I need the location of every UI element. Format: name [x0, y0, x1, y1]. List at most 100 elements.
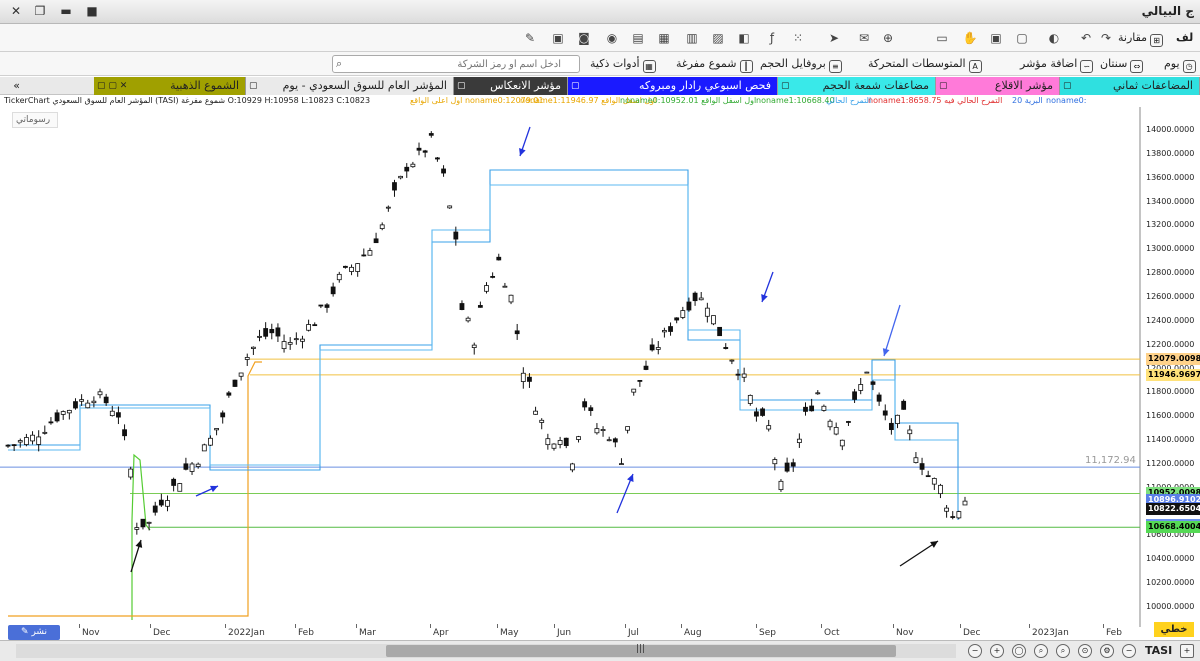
reset-zoom-icon[interactable]: ◯	[1012, 644, 1026, 658]
snap-icon[interactable]: ▣	[988, 30, 1004, 46]
candle-body	[398, 175, 404, 179]
y-axis-tick: 10200.0000	[1146, 578, 1195, 588]
tab-reversal[interactable]: ▢ مؤشر الانعكاس	[454, 77, 568, 95]
close-icon[interactable]: ▢	[939, 77, 948, 95]
x-axis-tick: 2022Jan	[228, 628, 265, 638]
tab-golden-candles[interactable]: ✕ ▢ ▢ الشموع الذهبية	[94, 77, 246, 95]
moving-average-icon: A	[968, 60, 982, 73]
tab-weekly-radar[interactable]: ▢ فحص اسبوعي رادار ومبروكه	[568, 77, 778, 95]
candle-body	[208, 437, 213, 446]
pointer-icon[interactable]: ➤	[826, 30, 842, 46]
minus-icon[interactable]: −	[1122, 644, 1136, 658]
erase-icon[interactable]: ✎	[522, 30, 538, 46]
close-icon[interactable]: ▢	[457, 77, 466, 95]
candle-body	[876, 394, 882, 402]
image-icon[interactable]: ▣	[550, 30, 566, 46]
candle-body	[588, 407, 594, 412]
candle-body	[870, 381, 876, 385]
undo-icon[interactable]: ↶	[1078, 30, 1094, 46]
company-search-input[interactable]	[332, 55, 580, 73]
candle-body	[711, 315, 716, 325]
candle-body	[42, 431, 48, 434]
cube-icon[interactable]: ▥	[684, 30, 700, 46]
candle-body	[563, 437, 569, 447]
candle-body	[293, 338, 299, 341]
more-button[interactable]: لف	[1176, 30, 1193, 46]
candle-body	[238, 372, 244, 377]
screen-icon[interactable]: ◉	[604, 30, 620, 46]
tab-tasi-daily[interactable]: ▢ المؤشر العام للسوق السعودي - يوم	[246, 77, 454, 95]
candle-body	[66, 409, 72, 414]
measure-icon[interactable]: ▭	[934, 30, 950, 46]
candle-body	[760, 408, 765, 416]
candle-body	[158, 499, 164, 506]
function-icon[interactable]: ƒ	[764, 30, 780, 46]
candle-body	[318, 304, 324, 307]
horizontal-scrollbar[interactable]: |||	[16, 644, 956, 658]
candle-body	[165, 500, 170, 507]
dots-icon[interactable]: ⁙	[790, 30, 806, 46]
candle-body	[907, 429, 913, 435]
x-axis-tick: Nov	[896, 628, 914, 638]
candle-body	[201, 444, 207, 452]
day-button[interactable]: ◷يوم	[1164, 56, 1196, 73]
volume-profile-button[interactable]: ≡بروفايل الحجم	[760, 56, 842, 73]
search-icon: ⌕	[336, 57, 343, 70]
y-axis-tick: 11200.0000	[1146, 458, 1195, 468]
candle-body	[625, 426, 630, 431]
zoom-in-icon[interactable]: +	[990, 644, 1004, 658]
candle-body	[287, 342, 293, 345]
scroll-thumb[interactable]: |||	[386, 644, 896, 657]
redo-icon[interactable]: ↷	[1098, 30, 1114, 46]
camera-icon[interactable]: ◙	[576, 30, 592, 46]
tab-eight-multiples[interactable]: ▢ المضاعفات ثماني	[1060, 77, 1200, 95]
close-icon[interactable]: ✕	[4, 2, 28, 20]
tab-scroll-arrows[interactable]: »	[0, 77, 26, 95]
candle-body	[250, 346, 256, 349]
drawings-label[interactable]: رسوماتي	[12, 112, 58, 128]
search-zoom-icon[interactable]: ⌕	[1034, 644, 1048, 658]
line-mode-button[interactable]: خطي	[1154, 622, 1194, 637]
fit-icon[interactable]: ⊙	[1078, 644, 1092, 658]
close-icon[interactable]: ▢	[571, 77, 580, 95]
hand-icon[interactable]: ✋	[962, 30, 978, 46]
pattern-icon[interactable]: ▨	[710, 30, 726, 46]
record-dot-icon[interactable]: ◐	[1046, 30, 1062, 46]
years-button[interactable]: ⇔سنتان	[1100, 56, 1144, 73]
range-icon: ⇔	[1130, 60, 1144, 73]
mail-icon[interactable]: ✉	[856, 30, 872, 46]
price-chart[interactable]: 11,172.94	[0, 107, 1146, 627]
moving-averages-button[interactable]: Aالمتوسطات المتحركة	[868, 56, 982, 73]
zoom-out-icon[interactable]: −	[968, 644, 982, 658]
color-icon[interactable]: ◧	[736, 30, 752, 46]
add-indicator-button[interactable]: ∼اضافة مؤشر	[1020, 56, 1094, 73]
settings-icon[interactable]: ⚙	[1100, 644, 1114, 658]
record-icon[interactable]: ■	[80, 2, 104, 20]
grid-icon[interactable]: ▦	[656, 30, 672, 46]
tab-takeoff[interactable]: ▢ مؤشر الاقلاع	[936, 77, 1060, 95]
annotation-arrow-head	[882, 348, 890, 356]
minimize-icon[interactable]: ▬	[54, 2, 78, 20]
x-axis-tick: Jul	[628, 628, 639, 638]
restore-icon[interactable]: ❐	[28, 2, 52, 20]
smart-tools-button[interactable]: ▦أدوات ذكية	[590, 56, 656, 73]
table-icon[interactable]: ▤	[630, 30, 646, 46]
candle-body	[379, 224, 385, 229]
zoom-icon[interactable]: ▢	[1014, 30, 1030, 46]
tab-volume-multiples[interactable]: ▢ مضاعفات شمعة الحجم	[778, 77, 936, 95]
publish-button[interactable]: نشر ✎	[8, 625, 60, 640]
comparison-button[interactable]: ⊞مقارنة	[1118, 30, 1164, 47]
y-axis-tick: 11400.0000	[1146, 435, 1195, 445]
bottom-bar: ||| − + ◯ ⌕ ⌕ ⊙ ⚙ − TASI +	[0, 640, 1200, 661]
plus-icon[interactable]: +	[1180, 644, 1194, 658]
close-icon[interactable]: ✕ ▢ ▢	[97, 77, 127, 95]
annotation-arrow-head	[519, 148, 526, 156]
close-icon[interactable]: ▢	[781, 77, 790, 95]
search-zoom-icon[interactable]: ⌕	[1056, 644, 1070, 658]
candle-body	[11, 444, 17, 447]
candles-button[interactable]: ┃شموع مفرغة	[676, 56, 753, 73]
x-axis-tick-mark	[1029, 624, 1030, 628]
crosshair-icon[interactable]: ⊕	[880, 30, 896, 46]
close-icon[interactable]: ▢	[1063, 77, 1072, 95]
close-icon[interactable]: ▢	[249, 77, 258, 95]
